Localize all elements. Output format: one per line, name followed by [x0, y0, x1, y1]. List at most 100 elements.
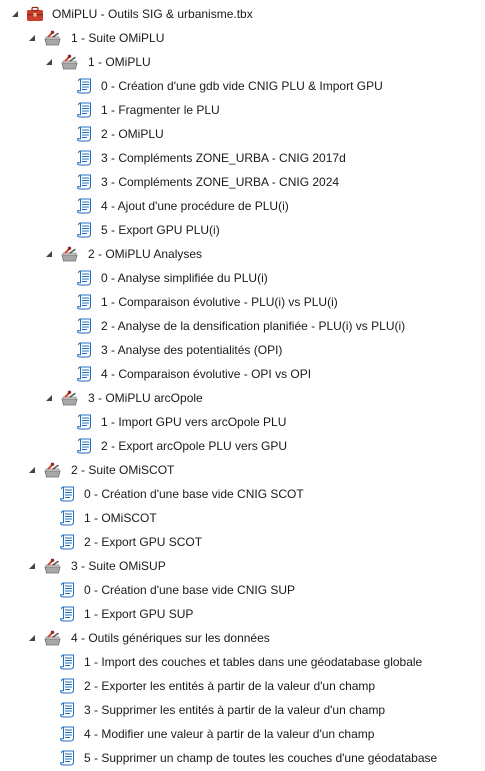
collapse-arrow-icon[interactable]	[44, 249, 54, 259]
script-tool-icon	[76, 438, 93, 454]
script-tool-label: 1 - Import GPU vers arcOpole PLU	[101, 415, 287, 429]
toolset-row[interactable]: 2 - OMiPLU Analyses	[44, 242, 485, 266]
script-tool-row[interactable]: 1 - Import GPU vers arcOpole PLU	[61, 410, 485, 434]
script-tool-row[interactable]: 3 - Analyse des potentialités (OPI)	[61, 338, 485, 362]
toolbox-icon	[26, 6, 44, 22]
toolset-icon	[43, 558, 63, 574]
script-tool-icon	[59, 726, 76, 742]
script-tool-label: 2 - Export arcOpole PLU vers GPU	[101, 439, 288, 453]
script-tool-label: 5 - Export GPU PLU(i)	[101, 223, 220, 237]
toolset-label: 4 - Outils génériques sur les données	[71, 631, 270, 645]
script-tool-row[interactable]: 0 - Création d'une base vide CNIG SCOT	[44, 482, 485, 506]
toolset-icon	[43, 462, 63, 478]
script-tool-label: 1 - Comparaison évolutive - PLU(i) vs PL…	[101, 295, 338, 309]
toolset-row[interactable]: 3 - Suite OMiSUP	[27, 554, 485, 578]
script-tool-label: 3 - Compléments ZONE_URBA - CNIG 2017d	[101, 151, 346, 165]
script-tool-label: 2 - Exporter les entités à partir de la …	[84, 679, 376, 693]
script-tool-row[interactable]: 3 - Compléments ZONE_URBA - CNIG 2024	[61, 170, 485, 194]
toolset-label: 2 - OMiPLU Analyses	[88, 247, 203, 261]
toolset-row[interactable]: 3 - OMiPLU arcOpole	[44, 386, 485, 410]
script-tool-icon	[59, 702, 76, 718]
script-tool-icon	[76, 294, 93, 310]
toolset-icon	[43, 30, 63, 46]
script-tool-row[interactable]: 2 - Export GPU SCOT	[44, 530, 485, 554]
script-tool-icon	[59, 678, 76, 694]
script-tool-label: 3 - Compléments ZONE_URBA - CNIG 2024	[101, 175, 340, 189]
toolset-row[interactable]: 1 - Suite OMiPLU	[27, 26, 485, 50]
script-tool-icon	[76, 198, 93, 214]
script-tool-icon	[76, 126, 93, 142]
script-tool-icon	[76, 270, 93, 286]
script-tool-row[interactable]: 4 - Ajout d'une procédure de PLU(i)	[61, 194, 485, 218]
script-tool-label: 3 - Supprimer les entités à partir de la…	[84, 703, 386, 717]
toolbox-tree: OMiPLU - Outils SIG & urbanisme.tbx 1 - …	[0, 0, 485, 771]
script-tool-row[interactable]: 1 - Fragmenter le PLU	[61, 98, 485, 122]
toolset-label: 1 - OMiPLU	[88, 55, 151, 69]
script-tool-label: 1 - Import des couches et tables dans un…	[84, 655, 423, 669]
script-tool-row[interactable]: 2 - OMiPLU	[61, 122, 485, 146]
script-tool-row[interactable]: 0 - Analyse simplifiée du PLU(i)	[61, 266, 485, 290]
script-tool-label: 0 - Création d'une base vide CNIG SCOT	[84, 487, 304, 501]
script-tool-icon	[76, 318, 93, 334]
script-tool-row[interactable]: 2 - Export arcOpole PLU vers GPU	[61, 434, 485, 458]
script-tool-label: 2 - OMiPLU	[101, 127, 164, 141]
script-tool-row[interactable]: 3 - Supprimer les entités à partir de la…	[44, 698, 485, 722]
collapse-arrow-icon[interactable]	[44, 57, 54, 67]
collapse-arrow-icon[interactable]	[27, 465, 37, 475]
toolset-icon	[60, 390, 80, 406]
script-tool-label: 4 - Ajout d'une procédure de PLU(i)	[101, 199, 289, 213]
script-tool-label: 0 - Création d'une gdb vide CNIG PLU & I…	[101, 79, 383, 93]
collapse-arrow-icon[interactable]	[27, 633, 37, 643]
script-tool-label: 5 - Supprimer un champ de toutes les cou…	[84, 751, 438, 765]
script-tool-label: 3 - Analyse des potentialités (OPI)	[101, 343, 283, 357]
script-tool-row[interactable]: 3 - Compléments ZONE_URBA - CNIG 2017d	[61, 146, 485, 170]
script-tool-label: 0 - Analyse simplifiée du PLU(i)	[101, 271, 268, 285]
script-tool-icon	[59, 582, 76, 598]
toolset-row[interactable]: 2 - Suite OMiSCOT	[27, 458, 485, 482]
script-tool-icon	[59, 606, 76, 622]
script-tool-row[interactable]: 1 - OMiSCOT	[44, 506, 485, 530]
toolset-label: 1 - Suite OMiPLU	[71, 31, 165, 45]
script-tool-row[interactable]: 4 - Modifier une valeur à partir de la v…	[44, 722, 485, 746]
script-tool-icon	[59, 510, 76, 526]
toolset-icon	[60, 246, 80, 262]
script-tool-label: 1 - OMiSCOT	[84, 511, 157, 525]
collapse-arrow-icon[interactable]	[44, 393, 54, 403]
script-tool-row[interactable]: 2 - Exporter les entités à partir de la …	[44, 674, 485, 698]
script-tool-icon	[76, 366, 93, 382]
toolset-label: 3 - OMiPLU arcOpole	[88, 391, 203, 405]
script-tool-row[interactable]: 1 - Export GPU SUP	[44, 602, 485, 626]
script-tool-icon	[59, 654, 76, 670]
script-tool-label: 1 - Fragmenter le PLU	[101, 103, 220, 117]
toolset-icon	[60, 54, 80, 70]
script-tool-label: 4 - Modifier une valeur à partir de la v…	[84, 727, 375, 741]
script-tool-icon	[59, 534, 76, 550]
script-tool-label: 1 - Export GPU SUP	[84, 607, 194, 621]
script-tool-icon	[76, 102, 93, 118]
script-tool-row[interactable]: 0 - Création d'une gdb vide CNIG PLU & I…	[61, 74, 485, 98]
toolset-row[interactable]: 1 - OMiPLU	[44, 50, 485, 74]
toolset-icon	[43, 630, 63, 646]
script-tool-icon	[76, 150, 93, 166]
script-tool-row[interactable]: 5 - Supprimer un champ de toutes les cou…	[44, 746, 485, 770]
script-tool-row[interactable]: 5 - Export GPU PLU(i)	[61, 218, 485, 242]
collapse-arrow-icon[interactable]	[10, 9, 20, 19]
script-tool-row[interactable]: 0 - Création d'une base vide CNIG SUP	[44, 578, 485, 602]
script-tool-icon	[76, 222, 93, 238]
script-tool-row[interactable]: 2 - Analyse de la densification planifié…	[61, 314, 485, 338]
toolset-row[interactable]: 4 - Outils génériques sur les données	[27, 626, 485, 650]
toolset-label: 2 - Suite OMiSCOT	[71, 463, 175, 477]
toolset-label: 3 - Suite OMiSUP	[71, 559, 166, 573]
script-tool-row[interactable]: 4 - Comparaison évolutive - OPI vs OPI	[61, 362, 485, 386]
toolbox-root[interactable]: OMiPLU - Outils SIG & urbanisme.tbx	[10, 2, 485, 26]
collapse-arrow-icon[interactable]	[27, 561, 37, 571]
script-tool-label: 2 - Export GPU SCOT	[84, 535, 203, 549]
script-tool-row[interactable]: 1 - Comparaison évolutive - PLU(i) vs PL…	[61, 290, 485, 314]
script-tool-row[interactable]: 1 - Import des couches et tables dans un…	[44, 650, 485, 674]
script-tool-label: 0 - Création d'une base vide CNIG SUP	[84, 583, 296, 597]
script-tool-icon	[76, 342, 93, 358]
script-tool-icon	[76, 414, 93, 430]
script-tool-icon	[59, 486, 76, 502]
collapse-arrow-icon[interactable]	[27, 33, 37, 43]
script-tool-label: 2 - Analyse de la densification planifié…	[101, 319, 406, 333]
